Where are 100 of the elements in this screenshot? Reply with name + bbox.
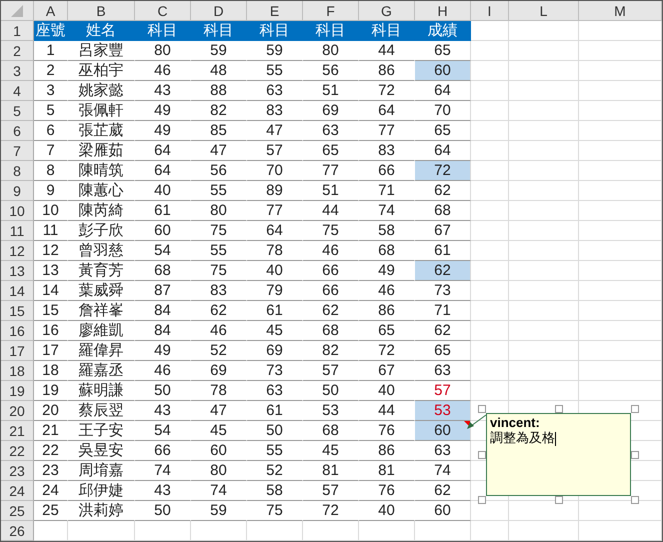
table-cell: 63 <box>247 381 303 401</box>
table-cell: 81 <box>303 461 359 481</box>
table-cell: 63 <box>415 361 471 381</box>
table-cell: 50 <box>247 421 303 441</box>
row-header[interactable]: 20 <box>1 401 34 421</box>
comment-text: 調整為及格 <box>490 430 555 445</box>
table-cell: 50 <box>303 381 359 401</box>
table-cell: 75 <box>191 261 247 281</box>
row-header[interactable]: 26 <box>1 521 34 541</box>
resize-handle[interactable] <box>631 405 639 413</box>
row-header[interactable]: 15 <box>1 301 34 321</box>
row-header[interactable]: 25 <box>1 501 34 521</box>
empty-cell <box>471 341 509 361</box>
resize-handle[interactable] <box>554 405 562 413</box>
resize-handle[interactable] <box>478 450 486 458</box>
empty-cell <box>471 201 509 221</box>
table-cell: 梁雁茹 <box>68 141 135 161</box>
empty-cell <box>509 61 579 81</box>
resize-handle[interactable] <box>478 405 486 413</box>
table-cell: 69 <box>247 341 303 361</box>
row-header[interactable]: 17 <box>1 341 34 361</box>
table-cell: 64 <box>135 141 191 161</box>
resize-handle[interactable] <box>478 496 486 504</box>
table-cell: 44 <box>359 41 415 61</box>
resize-handle[interactable] <box>631 496 639 504</box>
table-cell: 18 <box>34 361 68 381</box>
select-all-icon[interactable] <box>11 4 23 16</box>
table-cell: 83 <box>247 101 303 121</box>
empty-cell <box>509 341 579 361</box>
table-cell: 56 <box>191 161 247 181</box>
table-cell: 洪莉婷 <box>68 501 135 521</box>
row-header[interactable]: 2 <box>1 41 34 61</box>
row-header[interactable]: 16 <box>1 321 34 341</box>
column-header[interactable]: C <box>135 1 191 21</box>
empty-cell <box>471 241 509 261</box>
row-header[interactable]: 1 <box>1 21 34 41</box>
empty-cell <box>191 521 247 541</box>
table-cell: 45 <box>247 321 303 341</box>
table-cell: 23 <box>34 461 68 481</box>
column-header[interactable]: D <box>191 1 247 21</box>
column-header[interactable]: L <box>509 1 579 21</box>
table-cell: 55 <box>247 441 303 461</box>
comment-connector <box>467 414 486 429</box>
corner-header[interactable] <box>1 1 34 21</box>
header-cell: 座號 <box>34 21 68 41</box>
column-header[interactable]: B <box>68 1 135 21</box>
table-cell: 王子安 <box>68 421 135 441</box>
table-cell: 16 <box>34 321 68 341</box>
row-header[interactable]: 7 <box>1 141 34 161</box>
table-cell: 葉威舜 <box>68 281 135 301</box>
row-header[interactable]: 19 <box>1 381 34 401</box>
row-header[interactable]: 5 <box>1 101 34 121</box>
row-header[interactable]: 6 <box>1 121 34 141</box>
table-cell: 黃育芳 <box>68 261 135 281</box>
table-cell: 73 <box>415 281 471 301</box>
table-cell: 彭子欣 <box>68 221 135 241</box>
table-cell: 43 <box>135 481 191 501</box>
resize-handle[interactable] <box>631 450 639 458</box>
table-cell: 63 <box>303 121 359 141</box>
row-header[interactable]: 8 <box>1 161 34 181</box>
column-header[interactable]: I <box>471 1 509 21</box>
resize-handle[interactable] <box>554 496 562 504</box>
row-header[interactable]: 18 <box>1 361 34 381</box>
row-header[interactable]: 24 <box>1 481 34 501</box>
row-header[interactable]: 14 <box>1 281 34 301</box>
row-header[interactable]: 21 <box>1 421 34 441</box>
empty-cell <box>471 101 509 121</box>
table-cell: 46 <box>135 61 191 81</box>
table-cell: 49 <box>135 121 191 141</box>
row-header[interactable]: 23 <box>1 461 34 481</box>
table-cell: 55 <box>191 241 247 261</box>
row-header[interactable]: 10 <box>1 201 34 221</box>
row-header[interactable]: 13 <box>1 261 34 281</box>
table-cell: 54 <box>135 421 191 441</box>
empty-cell <box>471 121 509 141</box>
table-cell: 59 <box>191 501 247 521</box>
row-header[interactable]: 11 <box>1 221 34 241</box>
table-cell: 5 <box>34 101 68 121</box>
column-header[interactable]: E <box>247 1 303 21</box>
row-header[interactable]: 9 <box>1 181 34 201</box>
table-cell: 68 <box>135 261 191 281</box>
comment-author: vincent: <box>490 415 541 430</box>
row-header[interactable]: 4 <box>1 81 34 101</box>
comment-box[interactable]: vincent: 調整為及格 <box>486 413 631 496</box>
column-header[interactable]: A <box>34 1 68 21</box>
table-cell: 60 <box>415 61 471 81</box>
table-cell: 51 <box>303 181 359 201</box>
column-header[interactable]: M <box>579 1 662 21</box>
column-header[interactable]: H <box>415 1 471 21</box>
table-cell: 58 <box>247 481 303 501</box>
table-cell: 68 <box>415 201 471 221</box>
table-cell: 45 <box>191 421 247 441</box>
column-header[interactable]: G <box>359 1 415 21</box>
table-cell: 68 <box>359 241 415 261</box>
row-header[interactable]: 22 <box>1 441 34 461</box>
row-header[interactable]: 3 <box>1 61 34 81</box>
row-header[interactable]: 12 <box>1 241 34 261</box>
table-cell: 19 <box>34 381 68 401</box>
column-header[interactable]: F <box>303 1 359 21</box>
empty-cell <box>509 81 579 101</box>
